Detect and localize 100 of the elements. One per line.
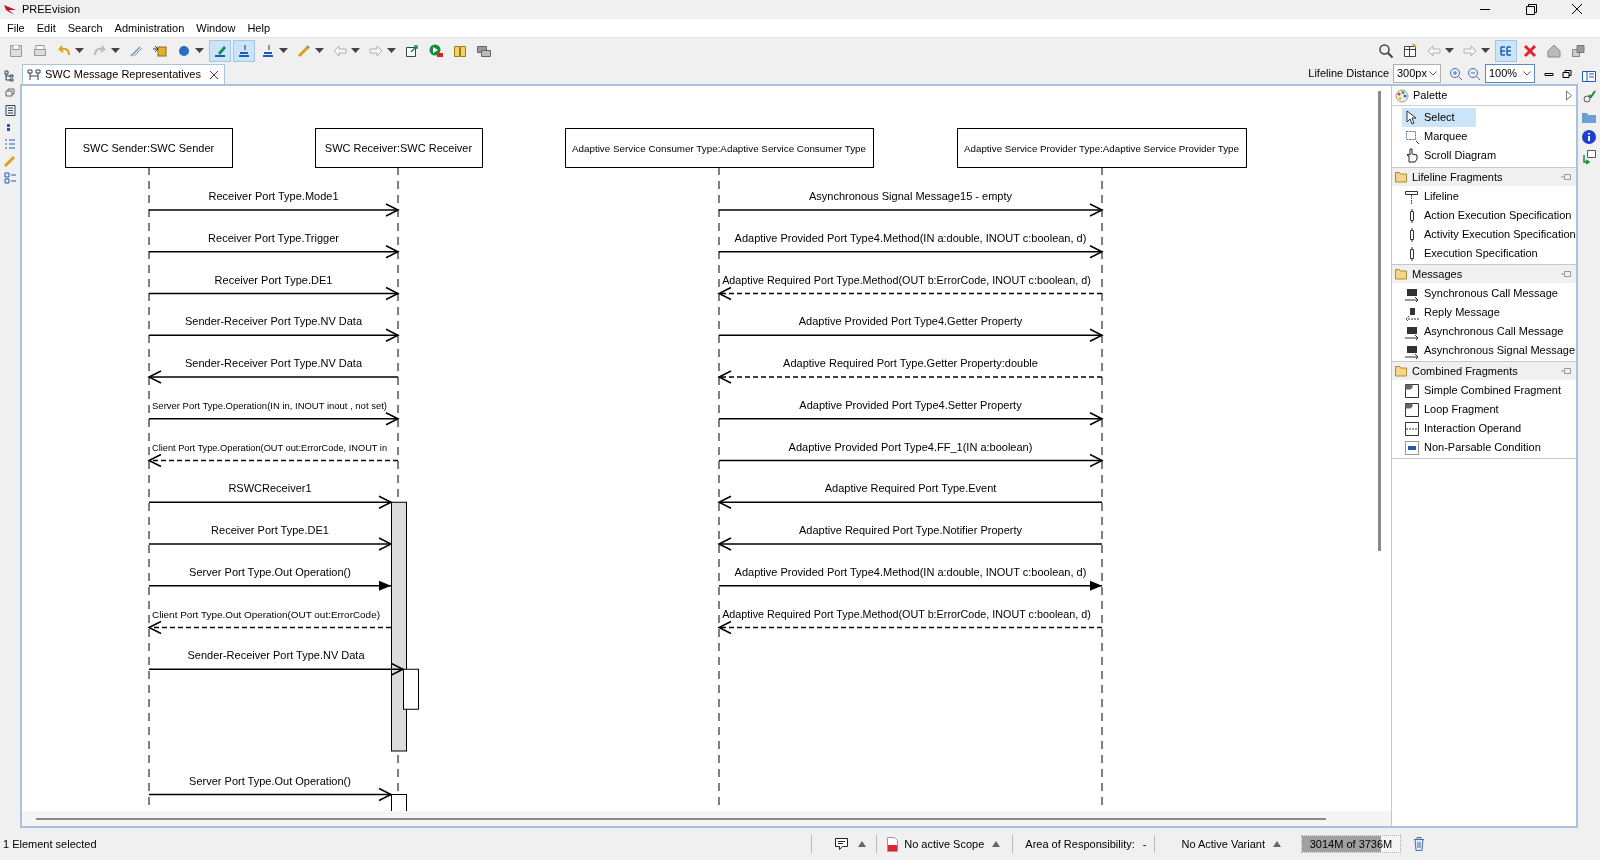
maximize-icon[interactable] [1560,67,1574,80]
lifeline-distance-dropdown[interactable]: 300px [1393,64,1441,83]
scope-icon[interactable] [887,836,899,852]
palette-item[interactable]: Action Execution Specification [1402,206,1576,225]
caret-icon [1481,48,1490,53]
message-arrow[interactable] [148,537,393,551]
message-arrow[interactable] [718,328,1104,342]
menu-item[interactable]: Help [241,19,276,37]
palette-item[interactable]: Simple Combined Fragment [1402,381,1576,400]
menu-item[interactable]: Search [61,19,109,37]
message-arrow[interactable] [717,537,1103,551]
palette-item[interactable]: Asynchronous Signal Message [1402,341,1576,360]
palette-item[interactable]: Select [1402,108,1476,127]
message-arrow[interactable] [718,203,1104,217]
menu-item[interactable]: File [1,19,31,37]
palette-group-header[interactable]: Lifeline Fragments [1392,168,1576,186]
message-label: Sender-Receiver Port Type.NV Data [187,649,365,662]
menu-item[interactable]: Window [190,19,242,37]
palette-item[interactable]: Marquee [1402,127,1576,146]
expand-arrow-icon[interactable] [1565,90,1573,101]
message-arrow[interactable] [147,370,399,384]
caret-up-icon[interactable] [858,841,867,847]
palette-item[interactable]: Activity Execution Specification [1402,225,1576,244]
message-label: Server Port Type.Out Operation() [189,774,351,787]
horizontal-scrollbar[interactable] [36,817,1326,820]
message-arrow[interactable] [148,245,400,259]
palette-item[interactable]: Execution Specification [1402,244,1576,263]
message-label: Server Port Type.Operation(IN in, INOUT inout , not set) [152,399,387,411]
message-arrow[interactable] [147,453,399,468]
lifeline-label: Adaptive Service Consumer Type:Adaptive Service Consumer Type [571,143,867,154]
vertical-scrollbar[interactable] [1378,91,1381,551]
outline-icon[interactable] [3,69,17,83]
message-arrow[interactable] [718,412,1104,426]
lifeline-box[interactable] [565,128,874,168]
palette-group-header[interactable]: Combined Fragments [1392,362,1576,380]
close-icon[interactable] [207,68,220,81]
message-arrow[interactable] [148,412,400,426]
caret-up-icon[interactable] [1273,841,1281,847]
message-label: Receiver Port Type.Mode1 [208,190,339,202]
message-arrow[interactable] [718,453,1104,468]
palette-item[interactable]: Interaction Operand [1402,419,1576,438]
message-label: Adaptive Provided Port Type4.Method(IN a:double, INOUT c:boolean, d) [734,231,1087,244]
search-check-icon[interactable] [1581,89,1597,105]
palette-item[interactable]: Scroll Diagram [1402,146,1576,165]
message-arrow[interactable] [148,580,392,591]
message-label: Receiver Port Type.DE1 [211,524,329,536]
palette-item[interactable]: Lifeline [1402,187,1576,206]
message-arrow[interactable] [148,328,400,342]
message-arrow[interactable] [148,203,400,217]
execution-bar[interactable] [391,501,407,752]
palette-item[interactable]: Synchronous Call Message [1402,284,1576,303]
message-arrow[interactable] [718,580,1103,591]
zoom-dropdown[interactable]: 100% [1485,64,1535,83]
panel-icon[interactable] [1581,69,1597,85]
fragment-icon [1404,401,1420,418]
image-link-icon[interactable] [1581,149,1597,165]
toolbar-button[interactable] [233,39,255,62]
save-icon [8,42,24,59]
message-arrow[interactable] [148,286,400,301]
caret-up-icon[interactable] [992,841,1001,847]
message-arrow[interactable] [147,620,392,635]
message-arrow[interactable] [717,370,1103,384]
message-label: Sender-Receiver Port Type.NV Data [184,357,363,369]
folder-icon [1395,171,1409,183]
palette-item[interactable]: Reply Message [1402,303,1576,322]
search-icon [1378,42,1394,59]
zoom-in-icon[interactable] [1449,66,1463,81]
message-arrow[interactable] [148,787,393,802]
menu-item[interactable]: Edit [30,19,62,37]
area-label: Area of Responsibility: [1025,836,1135,852]
checklist-icon[interactable] [3,137,17,151]
message-label: Adaptive Provided Port Type4.FF_1(IN a:boolean) [788,440,1033,453]
caret-icon [75,48,84,53]
layers-icon [236,42,252,59]
lifeline-box[interactable] [315,128,483,168]
table-icon [1402,42,1418,59]
message-arrow[interactable] [148,495,393,509]
menu-item[interactable]: Administration [108,19,191,37]
toolbar-button[interactable] [209,39,231,62]
message-arrow[interactable] [717,286,1103,301]
tree-icon[interactable] [3,171,17,185]
execution-bar[interactable] [403,668,419,710]
message-arrow[interactable] [717,620,1103,635]
notes-icon[interactable] [834,837,851,851]
palette-item[interactable]: Non-Parsable Condition [1402,438,1576,457]
list-icon[interactable] [3,103,17,117]
execution-bar[interactable] [391,794,407,811]
zoom-out-icon[interactable] [1467,66,1481,81]
info-icon[interactable] [1581,129,1597,145]
palette-item[interactable]: Asynchronous Call Message [1402,322,1576,341]
editor-tab[interactable]: SWC Message Representatives [22,64,225,84]
message-arrow[interactable] [148,662,405,676]
palette-group-header[interactable]: Messages [1392,265,1576,283]
run-icon [428,42,444,59]
palette-item[interactable]: Loop Fragment [1402,400,1576,419]
lifeline-box[interactable] [65,128,233,168]
lifeline-box[interactable] [957,128,1247,168]
message-arrow[interactable] [718,245,1104,259]
message-arrow[interactable] [717,495,1103,509]
trash-icon[interactable] [1413,837,1425,851]
